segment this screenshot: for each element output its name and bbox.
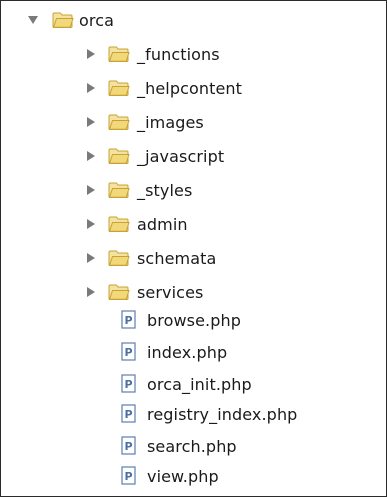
svg-text:P: P — [124, 408, 132, 421]
tree-file-label: registry_index.php — [147, 404, 298, 424]
tree-file-orca-init[interactable]: P orca_init.php — [1, 370, 386, 398]
file-tree-panel: orca _functions _helpcontent _images _ja… — [0, 0, 387, 497]
tree-file-registry-index[interactable]: P registry_index.php — [1, 400, 386, 428]
tree-folder-javascript[interactable]: _javascript — [1, 142, 386, 170]
folder-icon — [107, 146, 131, 166]
triangle-right-icon[interactable] — [83, 284, 99, 300]
triangle-right-icon[interactable] — [83, 216, 99, 232]
svg-text:P: P — [124, 378, 132, 391]
tree-folder-label: _functions — [137, 44, 220, 64]
folder-icon — [107, 44, 131, 64]
tree-folder-label: _javascript — [137, 146, 225, 166]
php-file-icon: P — [117, 310, 141, 330]
tree-root-orca[interactable]: orca — [1, 6, 386, 34]
tree-file-search[interactable]: P search.php — [1, 432, 386, 460]
tree-file-label: orca_init.php — [147, 374, 252, 394]
triangle-right-icon[interactable] — [83, 114, 99, 130]
folder-icon — [107, 180, 131, 200]
folder-icon — [107, 78, 131, 98]
triangle-right-icon[interactable] — [83, 148, 99, 164]
php-file-icon: P — [117, 374, 141, 394]
tree-folder-helpcontent[interactable]: _helpcontent — [1, 74, 386, 102]
triangle-right-icon[interactable] — [83, 46, 99, 62]
folder-icon — [107, 214, 131, 234]
tree-root-label: orca — [79, 10, 115, 30]
triangle-right-icon[interactable] — [83, 80, 99, 96]
tree-folder-label: _helpcontent — [137, 78, 243, 98]
tree-folder-label: admin — [137, 214, 188, 234]
tree-folder-admin[interactable]: admin — [1, 210, 386, 238]
folder-icon — [107, 282, 131, 302]
tree-file-label: index.php — [147, 342, 228, 362]
folder-icon — [107, 112, 131, 132]
tree-file-browse[interactable]: P browse.php — [1, 306, 386, 334]
triangle-right-icon[interactable] — [83, 182, 99, 198]
triangle-down-icon[interactable] — [25, 12, 41, 28]
php-file-icon: P — [117, 436, 141, 456]
svg-text:P: P — [124, 470, 132, 483]
tree-folder-label: _styles — [137, 180, 193, 200]
tree-folder-label: schemata — [137, 248, 217, 268]
tree-folder-label: _images — [137, 112, 204, 132]
svg-text:P: P — [124, 314, 132, 327]
php-file-icon: P — [117, 342, 141, 362]
tree-folder-functions[interactable]: _functions — [1, 40, 386, 68]
svg-text:P: P — [124, 346, 132, 359]
triangle-right-icon[interactable] — [83, 250, 99, 266]
tree-file-index[interactable]: P index.php — [1, 338, 386, 366]
php-file-icon: P — [117, 404, 141, 424]
folder-icon — [107, 248, 131, 268]
tree-file-label: search.php — [147, 436, 237, 456]
tree-folder-images[interactable]: _images — [1, 108, 386, 136]
tree-folder-styles[interactable]: _styles — [1, 176, 386, 204]
tree-folder-services[interactable]: services — [1, 278, 386, 306]
tree-file-label: browse.php — [147, 310, 241, 330]
folder-icon — [51, 10, 75, 30]
tree-file-label: view.php — [147, 466, 219, 486]
svg-text:P: P — [124, 440, 132, 453]
php-file-icon: P — [117, 466, 141, 486]
tree-folder-schemata[interactable]: schemata — [1, 244, 386, 272]
tree-folder-label: services — [137, 282, 204, 302]
tree-file-view[interactable]: P view.php — [1, 462, 386, 490]
